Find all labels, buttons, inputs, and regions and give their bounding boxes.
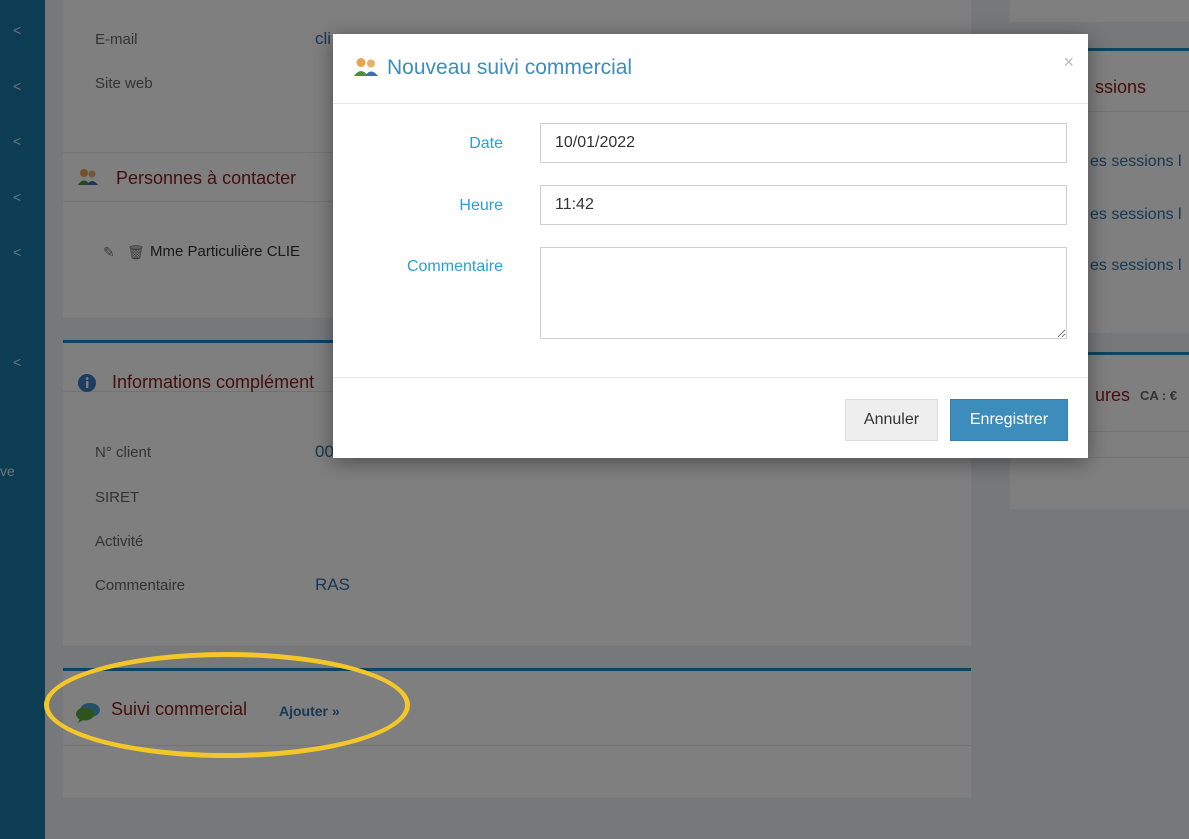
save-button[interactable]: Enregistrer — [950, 399, 1068, 441]
new-suivi-modal: Nouveau suivi commercial × Date Heure Co… — [333, 34, 1088, 458]
comment-textarea[interactable] — [540, 247, 1067, 339]
modal-footer: Annuler Enregistrer — [333, 377, 1088, 459]
modal-header: Nouveau suivi commercial × — [333, 34, 1088, 104]
time-label: Heure — [459, 197, 503, 214]
time-input[interactable] — [540, 185, 1067, 225]
date-label: Date — [469, 135, 503, 152]
cancel-button[interactable]: Annuler — [845, 399, 938, 441]
date-input[interactable] — [540, 123, 1067, 163]
modal-title: Nouveau suivi commercial — [387, 56, 633, 79]
users-icon — [353, 56, 379, 78]
comment-label: Commentaire — [406, 258, 503, 275]
highlight-annotation — [44, 652, 410, 758]
close-icon[interactable]: × — [1063, 52, 1074, 73]
